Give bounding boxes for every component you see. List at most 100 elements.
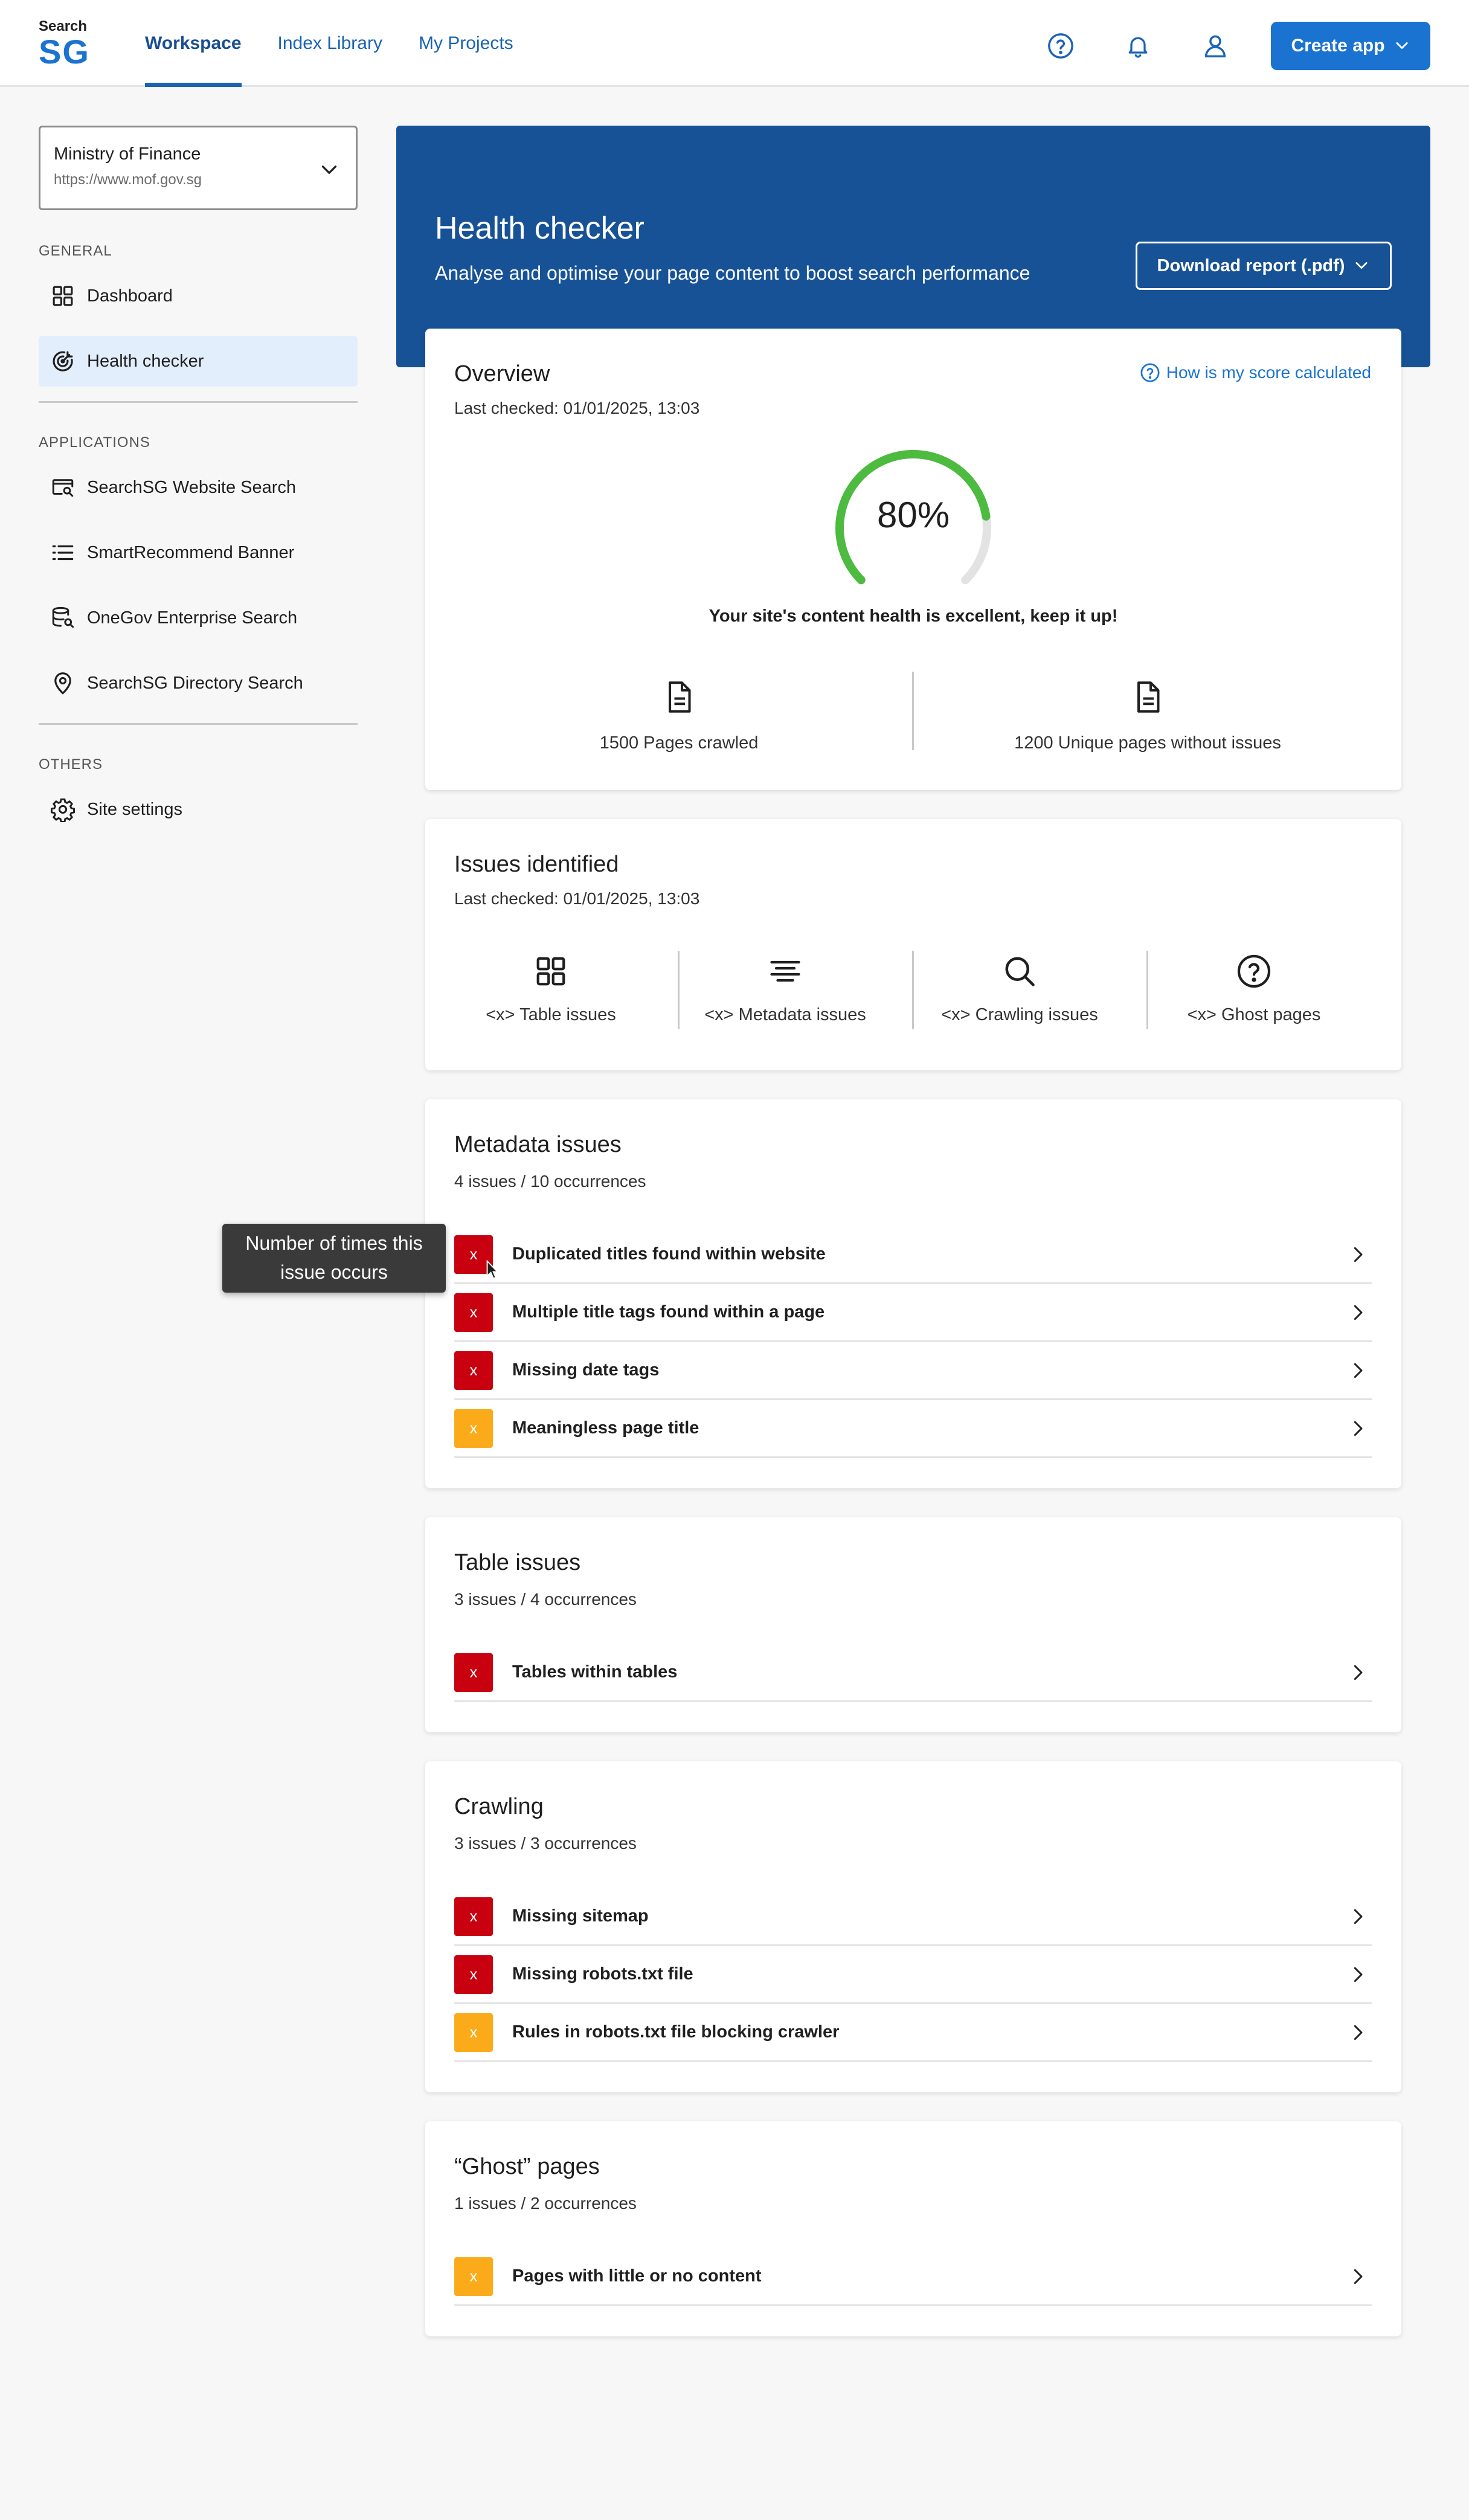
- ghost-pages-card: “Ghost” pages 1 issues / 2 occurrences x…: [425, 2121, 1401, 2336]
- download-report-button[interactable]: Download report (.pdf): [1136, 242, 1392, 290]
- chevron-down-icon: [1355, 262, 1368, 269]
- page-subtitle: Analyse and optimise your page content t…: [435, 262, 1030, 284]
- page-title: Health checker: [435, 211, 644, 246]
- sidebar-divider: [39, 723, 358, 725]
- sidebar: Ministry of Finance https://www.mof.gov.…: [39, 126, 358, 849]
- section-label-applications: APPLICATIONS: [39, 434, 150, 451]
- chevron-right-icon: [1346, 1904, 1370, 1929]
- chevron-right-icon: [1346, 1416, 1370, 1441]
- sidebar-item-label: SearchSG Directory Search: [87, 673, 303, 693]
- issue-row[interactable]: x Duplicated titles found within website: [454, 1226, 1372, 1284]
- sidebar-item-label: Dashboard: [87, 286, 173, 306]
- tooltip-line: issue occurs: [280, 1261, 388, 1283]
- grid-icon: [434, 953, 668, 992]
- crawling-title: Crawling: [454, 1794, 544, 1819]
- user-icon[interactable]: [1194, 24, 1237, 68]
- sidebar-item-health-checker[interactable]: Health checker: [39, 336, 358, 387]
- create-app-button[interactable]: Create app: [1271, 22, 1430, 70]
- sidebar-item-website-search[interactable]: SearchSG Website Search: [39, 462, 358, 513]
- sidebar-item-enterprise-search[interactable]: OneGov Enterprise Search: [39, 593, 358, 643]
- sidebar-item-label: OneGov Enterprise Search: [87, 608, 298, 628]
- issue-label: Missing robots.txt file: [512, 1964, 693, 1984]
- issue-row[interactable]: x Pages with little or no content: [454, 2248, 1372, 2306]
- severity-badge: x: [454, 1955, 493, 1994]
- document-icon: [913, 679, 1382, 718]
- ghost-pages-summary[interactable]: <x> Ghost pages: [1137, 953, 1371, 1025]
- issue-label: Duplicated titles found within website: [512, 1244, 826, 1264]
- crawling-summary-text: 3 issues / 3 occurrences: [454, 1834, 637, 1853]
- chevron-right-icon: [1346, 2264, 1370, 2289]
- organization-select[interactable]: Ministry of Finance https://www.mof.gov.…: [39, 126, 358, 210]
- sidebar-item-label: Health checker: [87, 351, 204, 371]
- org-name: Ministry of Finance: [54, 144, 201, 164]
- metadata-issues-summary-text: 4 issues / 10 occurrences: [454, 1172, 646, 1191]
- align-center-icon: [668, 953, 902, 992]
- document-icon: [445, 679, 913, 718]
- issue-label: Missing sitemap: [512, 1906, 649, 1926]
- issue-label: Missing date tags: [512, 1360, 660, 1380]
- chevron-down-icon: [1395, 42, 1408, 49]
- ghost-pages-title: “Ghost” pages: [454, 2154, 600, 2179]
- ghost-pages-label: <x> Ghost pages: [1187, 1005, 1321, 1024]
- help-icon: [1140, 363, 1160, 382]
- grid-icon: [50, 283, 76, 309]
- ghost-pages-summary-text: 1 issues / 2 occurrences: [454, 2194, 637, 2213]
- sidebar-divider: [39, 401, 358, 403]
- sidebar-item-smartrecommend[interactable]: SmartRecommend Banner: [39, 527, 358, 578]
- overview-title: Overview: [454, 361, 550, 387]
- tab-index-library[interactable]: Index Library: [260, 0, 400, 87]
- severity-badge: x: [454, 1653, 493, 1692]
- target-icon: [50, 348, 76, 374]
- issues-identified-card: Issues identified Last checked: 01/01/20…: [425, 819, 1401, 1070]
- chevron-right-icon: [1346, 1358, 1370, 1383]
- table-issues-label: <x> Table issues: [486, 1005, 616, 1024]
- severity-badge: x: [454, 1409, 493, 1448]
- chevron-right-icon: [1346, 1300, 1370, 1325]
- issue-row[interactable]: x Multiple title tags found within a pag…: [454, 1284, 1372, 1342]
- sidebar-item-directory-search[interactable]: SearchSG Directory Search: [39, 658, 358, 709]
- sidebar-item-dashboard[interactable]: Dashboard: [39, 271, 358, 321]
- chevron-right-icon: [1346, 1242, 1370, 1267]
- help-icon[interactable]: [1039, 24, 1082, 68]
- logo-top-text: Search: [39, 18, 88, 34]
- severity-badge: x: [454, 2013, 493, 2052]
- issue-row[interactable]: x Missing robots.txt file: [454, 1946, 1372, 2004]
- table-issues-summary-text: 3 issues / 4 occurrences: [454, 1590, 637, 1609]
- section-label-general: GENERAL: [39, 243, 112, 259]
- gear-icon: [50, 796, 76, 823]
- metadata-issues-title: Metadata issues: [454, 1132, 622, 1157]
- overview-last-checked: Last checked: 01/01/2025, 13:03: [454, 399, 700, 417]
- database-search-icon: [50, 605, 76, 631]
- table-issues-card: Table issues 3 issues / 4 occurrences x …: [425, 1517, 1401, 1732]
- sidebar-item-site-settings[interactable]: Site settings: [39, 784, 358, 835]
- metadata-issues-label: <x> Metadata issues: [704, 1005, 866, 1024]
- issue-row[interactable]: x Missing sitemap: [454, 1888, 1372, 1946]
- table-issues-summary[interactable]: <x> Table issues: [434, 953, 668, 1025]
- severity-badge: x: [454, 1293, 493, 1332]
- issue-row[interactable]: x Tables within tables: [454, 1644, 1372, 1702]
- score-calculation-link[interactable]: How is my score calculated: [1140, 362, 1371, 383]
- header-actions: Create app: [1039, 22, 1430, 70]
- unique-pages-text: 1200 Unique pages without issues: [1014, 733, 1281, 753]
- tab-workspace[interactable]: Workspace: [127, 0, 260, 87]
- location-pin-icon: [50, 670, 76, 696]
- download-report-label: Download report (.pdf): [1157, 256, 1345, 275]
- chevron-right-icon: [1346, 2020, 1370, 2045]
- searchsg-logo[interactable]: Search SG: [39, 19, 99, 69]
- bell-icon[interactable]: [1116, 24, 1160, 68]
- pages-crawled-stat: 1500 Pages crawled: [445, 679, 913, 753]
- top-navigation: Search SG Workspace Index Library My Pro…: [0, 0, 1469, 87]
- list-icon: [50, 539, 76, 566]
- table-issues-title: Table issues: [454, 1550, 581, 1575]
- metadata-issues-card: Metadata issues 4 issues / 10 occurrence…: [425, 1099, 1401, 1488]
- create-app-label: Create app: [1291, 36, 1385, 56]
- crawling-card: Crawling 3 issues / 3 occurrences x Miss…: [425, 1761, 1401, 2092]
- issue-row[interactable]: x Rules in robots.txt file blocking craw…: [454, 2004, 1372, 2062]
- crawling-issues-summary[interactable]: <x> Crawling issues: [902, 953, 1137, 1025]
- tab-my-projects[interactable]: My Projects: [400, 0, 532, 87]
- metadata-issues-summary[interactable]: <x> Metadata issues: [668, 953, 902, 1025]
- issue-label: Multiple title tags found within a page: [512, 1302, 825, 1322]
- issue-row[interactable]: x Meaningless page title: [454, 1400, 1372, 1458]
- score-calculation-label: How is my score calculated: [1166, 363, 1371, 382]
- issue-row[interactable]: x Missing date tags: [454, 1342, 1372, 1400]
